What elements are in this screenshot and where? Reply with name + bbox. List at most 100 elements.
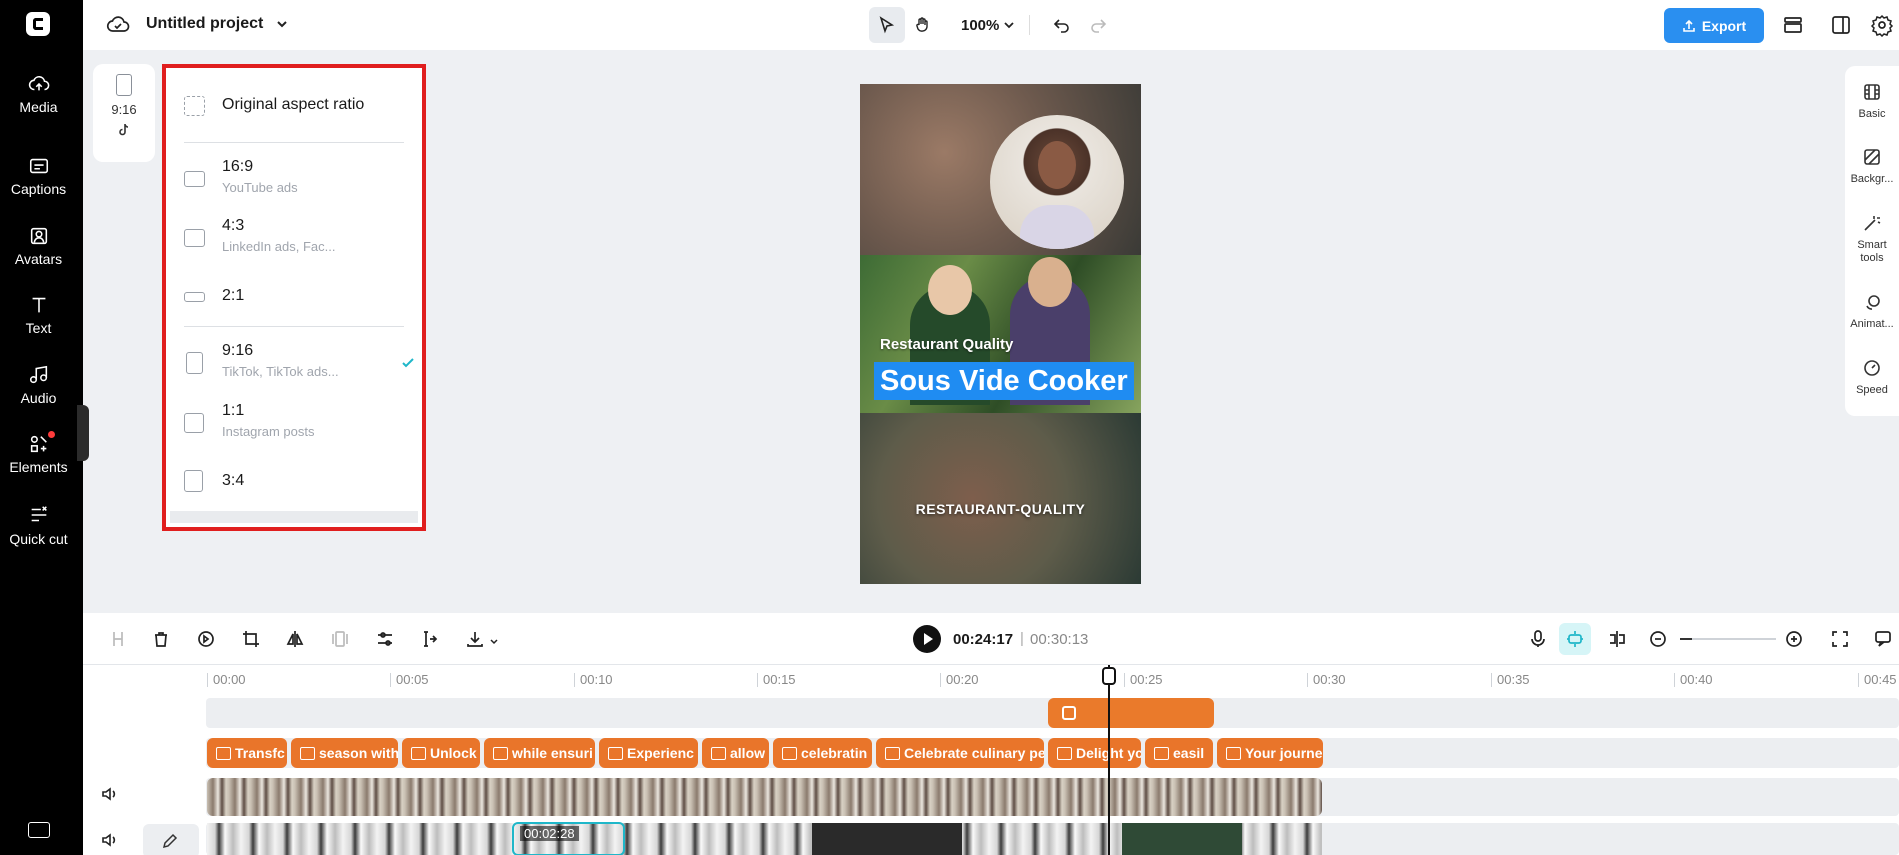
zoom-in-button[interactable] — [1784, 629, 1804, 649]
fit-button[interactable] — [1830, 629, 1850, 649]
ratio-sub: LinkedIn ads, Fac... — [222, 239, 336, 254]
panel-item-background[interactable]: Backgr... — [1845, 147, 1899, 185]
panel-layout-icon[interactable] — [1829, 13, 1853, 37]
ratio-option-4-3[interactable]: 4:3 LinkedIn ads, Fac... — [184, 217, 404, 257]
caption-text-bottom[interactable]: RESTAURANT-QUALITY — [860, 501, 1141, 517]
avatar-video[interactable] — [990, 115, 1124, 249]
broll-video-track[interactable] — [207, 823, 1322, 855]
ratio-selector-card[interactable]: 9:16 — [93, 64, 155, 162]
sidebar-item-elements[interactable]: Elements — [0, 433, 77, 475]
avatar-clip[interactable] — [1048, 698, 1214, 728]
sidebar-item-media[interactable]: Media — [0, 73, 77, 115]
keyboard-icon[interactable] — [28, 822, 50, 838]
export-button[interactable]: Export — [1664, 8, 1764, 43]
upload-icon — [1683, 19, 1695, 32]
caption-clip[interactable]: Unlock — [402, 738, 480, 768]
video-canvas[interactable]: Restaurant Quality Sous Vide Cooker REST… — [860, 84, 1141, 584]
caption-clip[interactable]: Transfc — [207, 738, 287, 768]
caption-text-highlight[interactable]: Sous Vide Cooker — [874, 362, 1134, 400]
trim-button[interactable] — [419, 629, 439, 649]
flip-button[interactable] — [285, 629, 305, 649]
split-button[interactable] — [108, 629, 128, 649]
caption-clip[interactable]: Your journe — [1217, 738, 1323, 768]
ratio-4-3-icon — [184, 229, 205, 247]
avatar-video-track[interactable] — [207, 778, 1322, 816]
panel-item-basic[interactable]: Basic — [1845, 82, 1899, 120]
zoom-dropdown[interactable]: 100% — [961, 17, 1015, 34]
chevron-down-icon[interactable] — [275, 17, 289, 31]
timeline[interactable]: 00:00 00:05 00:10 00:15 00:20 00:25 00:3… — [83, 665, 1899, 855]
caption-clip[interactable]: while ensuri — [484, 738, 595, 768]
sidebar-item-captions[interactable]: Captions — [0, 155, 77, 197]
comment-button[interactable] — [1873, 629, 1893, 649]
divider — [184, 326, 404, 327]
caption-clip[interactable]: season with — [291, 738, 398, 768]
timeline-zoom-slider[interactable] — [1680, 638, 1776, 640]
crop-icon — [243, 631, 259, 647]
divider — [1029, 15, 1031, 35]
chevron-down-icon[interactable] — [489, 637, 499, 647]
edit-track-button[interactable] — [143, 824, 199, 855]
ruler-tick: 00:30 — [1307, 673, 1346, 687]
delete-button[interactable] — [151, 629, 171, 649]
caption-clip[interactable]: easil — [1145, 738, 1213, 768]
layers-icon[interactable] — [1781, 13, 1805, 37]
panel-item-speed[interactable]: Speed — [1845, 358, 1899, 396]
magic-wand-icon — [1864, 216, 1881, 231]
ratio-option-16-9[interactable]: 16:9 YouTube ads — [184, 158, 404, 198]
sidebar-item-audio[interactable]: Audio — [0, 364, 77, 406]
avatar-face — [1038, 141, 1076, 189]
play-button[interactable] — [913, 625, 941, 653]
quick-cut-icon — [31, 506, 47, 522]
replace-button[interactable] — [196, 629, 216, 649]
microphone-button[interactable] — [1528, 629, 1548, 649]
mute-button[interactable] — [100, 785, 118, 803]
caption-clip[interactable]: Celebrate culinary pe — [876, 738, 1044, 768]
sidebar-item-avatars[interactable]: Avatars — [0, 225, 77, 267]
total-time: 00:30:13 — [1030, 631, 1089, 648]
hand-tool-button[interactable] — [905, 7, 941, 43]
sidebar-item-quick-cut[interactable]: Quick cut — [0, 504, 77, 548]
project-title[interactable]: Untitled project — [146, 15, 263, 33]
caption-clip[interactable]: celebratin — [773, 738, 872, 768]
sidebar-collapse-handle[interactable] — [77, 405, 89, 461]
split-view-button[interactable] — [1607, 629, 1627, 649]
ratio-option-2-1[interactable]: 2:1 — [184, 281, 404, 311]
panel-item-smart-tools[interactable]: Smart tools — [1845, 213, 1899, 265]
cloud-upload-icon — [28, 76, 49, 91]
avatar-clip-icon — [1062, 706, 1076, 720]
caption-clip[interactable]: Experienc — [599, 738, 698, 768]
properties-panel: Basic Backgr... Smart tools Animat... Sp… — [1845, 66, 1899, 416]
sidebar-item-text[interactable]: Text — [0, 294, 77, 336]
animation-icon — [1866, 295, 1880, 310]
panel-item-animation[interactable]: Animat... — [1845, 292, 1899, 330]
portrait-ratio-icon — [186, 352, 203, 374]
auto-snap-button[interactable] — [1559, 623, 1591, 655]
zoom-out-button[interactable] — [1648, 629, 1668, 649]
redo-button[interactable] — [1080, 7, 1116, 43]
gear-icon[interactable] — [1870, 13, 1894, 37]
crop-button[interactable] — [241, 629, 261, 649]
zoom-value: 100% — [961, 16, 1000, 34]
playhead[interactable] — [1108, 665, 1110, 855]
ratio-label: 9:16 — [222, 342, 254, 359]
caption-clip[interactable]: Delight yc — [1048, 738, 1141, 768]
ratio-label: 3:4 — [222, 472, 245, 489]
ratio-option-9-16[interactable]: 9:16 TikTok, TikTok ads... — [184, 342, 414, 382]
adjust-button[interactable] — [375, 629, 395, 649]
ratio-option-3-4[interactable]: 3:4 — [184, 466, 404, 496]
undo-button[interactable] — [1044, 7, 1080, 43]
app-logo[interactable] — [26, 12, 50, 36]
download-button[interactable] — [465, 629, 485, 649]
mute-button[interactable] — [100, 831, 118, 849]
cursor-icon — [879, 16, 895, 34]
select-tool-button[interactable] — [869, 7, 905, 43]
ratio-option-original[interactable]: Original aspect ratio — [184, 94, 404, 118]
playhead-handle[interactable] — [1102, 667, 1116, 685]
caption-clip[interactable]: allow — [702, 738, 769, 768]
original-ratio-icon — [184, 96, 205, 116]
caption-text-small[interactable]: Restaurant Quality — [880, 336, 1013, 353]
freeze-button[interactable] — [330, 629, 350, 649]
sidebar-item-label: Captions — [10, 181, 67, 197]
ratio-option-1-1[interactable]: 1:1 Instagram posts — [184, 402, 404, 442]
